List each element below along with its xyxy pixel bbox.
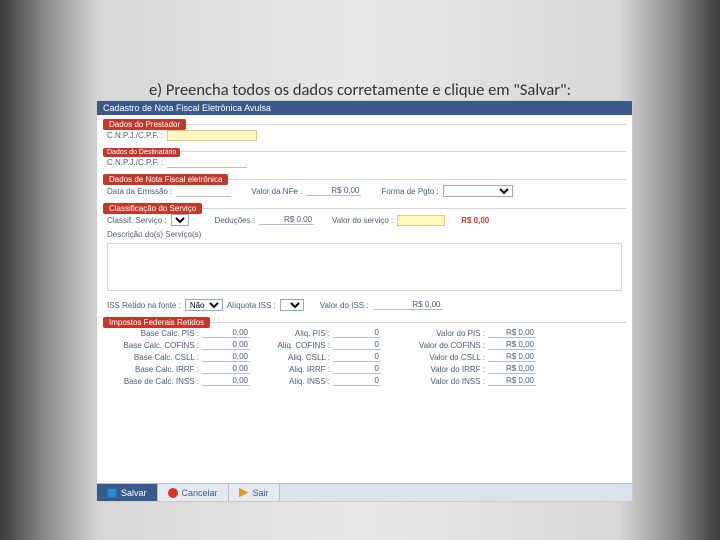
label-aliq-2: Aliq. CSLL : (276, 353, 330, 362)
label-classif-servico: Classif. Serviço : (107, 216, 167, 225)
sair-button[interactable]: Sair (229, 484, 280, 501)
section-label-nfe: Dados de Nota Fiscal eletrônica (103, 174, 228, 185)
label-aliquota-iss: Alíquota ISS : (227, 301, 276, 310)
value-base-1: 0,00 (202, 340, 250, 350)
label-base-2: Base Calc. CSLL : (107, 353, 199, 362)
label-base-0: Base Calc. PIS : (107, 329, 199, 338)
label-base-3: Base Calc. IRRF : (107, 365, 199, 374)
value-valor-0: R$ 0,00 (488, 328, 536, 338)
value-base-3: 0,00 (202, 364, 250, 374)
select-iss-retido[interactable]: Não (185, 299, 223, 311)
label-deducoes: Deduções : (215, 216, 255, 225)
input-cnpj-destinatario[interactable] (167, 157, 247, 168)
sair-label: Sair (253, 488, 269, 498)
input-cnpj-prestador[interactable] (167, 130, 257, 141)
value-valor-servico: R$ 0,00 (449, 216, 491, 225)
instruction-caption: e) Preencha todos os dados corretamente … (0, 80, 720, 100)
cancelar-button[interactable]: Cancelar (158, 484, 229, 501)
label-forma-pgto: Forma de Pgto : (381, 187, 438, 196)
value-base-2: 0,00 (202, 352, 250, 362)
value-aliq-1: 0 (333, 340, 381, 350)
input-valor-servico[interactable] (397, 215, 445, 226)
label-aliq-4: Aliq. INSS : (276, 377, 330, 386)
value-aliq-0: 0 (333, 328, 381, 338)
value-aliq-2: 0 (333, 352, 381, 362)
value-aliq-4: 0 (333, 376, 381, 386)
value-aliq-3: 0 (333, 364, 381, 374)
cancel-icon (168, 488, 178, 498)
label-iss-retido: ISS Retido na fonte : (107, 301, 181, 310)
value-valor-4: R$ 0,00 (488, 376, 536, 386)
value-valor-3: R$ 0,00 (488, 364, 536, 374)
label-aliq-3: Aliq. IRRF : (276, 365, 330, 374)
divider (103, 151, 626, 152)
textarea-descricao[interactable] (107, 243, 622, 291)
section-label-prestador: Dados do Prestador (103, 119, 186, 130)
section-label-classificacao: Classificação do Serviço (103, 203, 202, 214)
select-classif-servico[interactable] (171, 214, 189, 226)
label-cnpj-prestador: C.N.P.J./C.P.F. : (107, 131, 163, 140)
tax-grid: Base Calc. PIS :0,00Aliq. PIS :0Valor do… (97, 326, 632, 390)
input-data-emissao[interactable] (176, 186, 231, 197)
nfe-form-panel: Cadastro de Nota Fiscal Eletrônica Avuls… (96, 100, 633, 502)
label-aliq-1: Aliq. COFINS : (276, 341, 330, 350)
section-label-impostos: Impostos Federais Retidos (103, 317, 210, 328)
window-title: Cadastro de Nota Fiscal Eletrônica Avuls… (97, 101, 632, 115)
section-impostos: Impostos Federais Retidos (103, 317, 626, 323)
salvar-button[interactable]: Salvar (97, 484, 158, 501)
label-valor-iss: Valor do ISS : (320, 301, 369, 310)
value-deducoes: R$ 0,00 (259, 215, 314, 225)
label-data-emissao: Data da Emissão : (107, 187, 172, 196)
value-base-4: 0,00 (202, 376, 250, 386)
value-valor-iss: R$ 0,00 (373, 300, 443, 310)
label-base-4: Base de Calc. INSS : (107, 377, 199, 386)
label-descricao-servicos: Descrição do(s) Serviço(s) (97, 228, 632, 239)
value-base-0: 0,00 (202, 328, 250, 338)
label-valor-1: Valor do COFINS : (407, 341, 485, 350)
section-prestador: Dados do Prestador (103, 119, 626, 125)
section-nfe: Dados de Nota Fiscal eletrônica (103, 174, 626, 180)
label-valor-2: Valor do CSLL : (407, 353, 485, 362)
section-label-destinatario: Dados do Destinatário (103, 148, 180, 157)
label-aliq-0: Aliq. PIS : (276, 329, 330, 338)
select-aliquota-iss[interactable] (280, 299, 304, 311)
salvar-label: Salvar (121, 488, 147, 498)
select-forma-pgto[interactable] (443, 185, 513, 197)
section-classificacao: Classificação do Serviço (103, 203, 626, 209)
label-valor-3: Valor do IRRF : (407, 365, 485, 374)
exit-icon (239, 488, 249, 498)
label-base-1: Base Calc. COFINS : (107, 341, 199, 350)
button-bar: Salvar Cancelar Sair (97, 483, 632, 501)
label-valor-servico: Valor do serviço : (332, 216, 393, 225)
value-valor-1: R$ 0,00 (488, 340, 536, 350)
label-valor-4: Valor do INSS : (407, 377, 485, 386)
label-valor-nfe: Valor da NFe : (251, 187, 302, 196)
save-icon (107, 488, 117, 498)
value-valor-nfe: R$ 0,00 (306, 186, 361, 196)
cancelar-label: Cancelar (182, 488, 218, 498)
label-cnpj-destinatario: C.N.P.J./C.P.F. : (107, 158, 163, 167)
label-valor-0: Valor do PIS : (407, 329, 485, 338)
section-destinatario: Dados do Destinatário (103, 147, 626, 152)
value-valor-2: R$ 0,00 (488, 352, 536, 362)
